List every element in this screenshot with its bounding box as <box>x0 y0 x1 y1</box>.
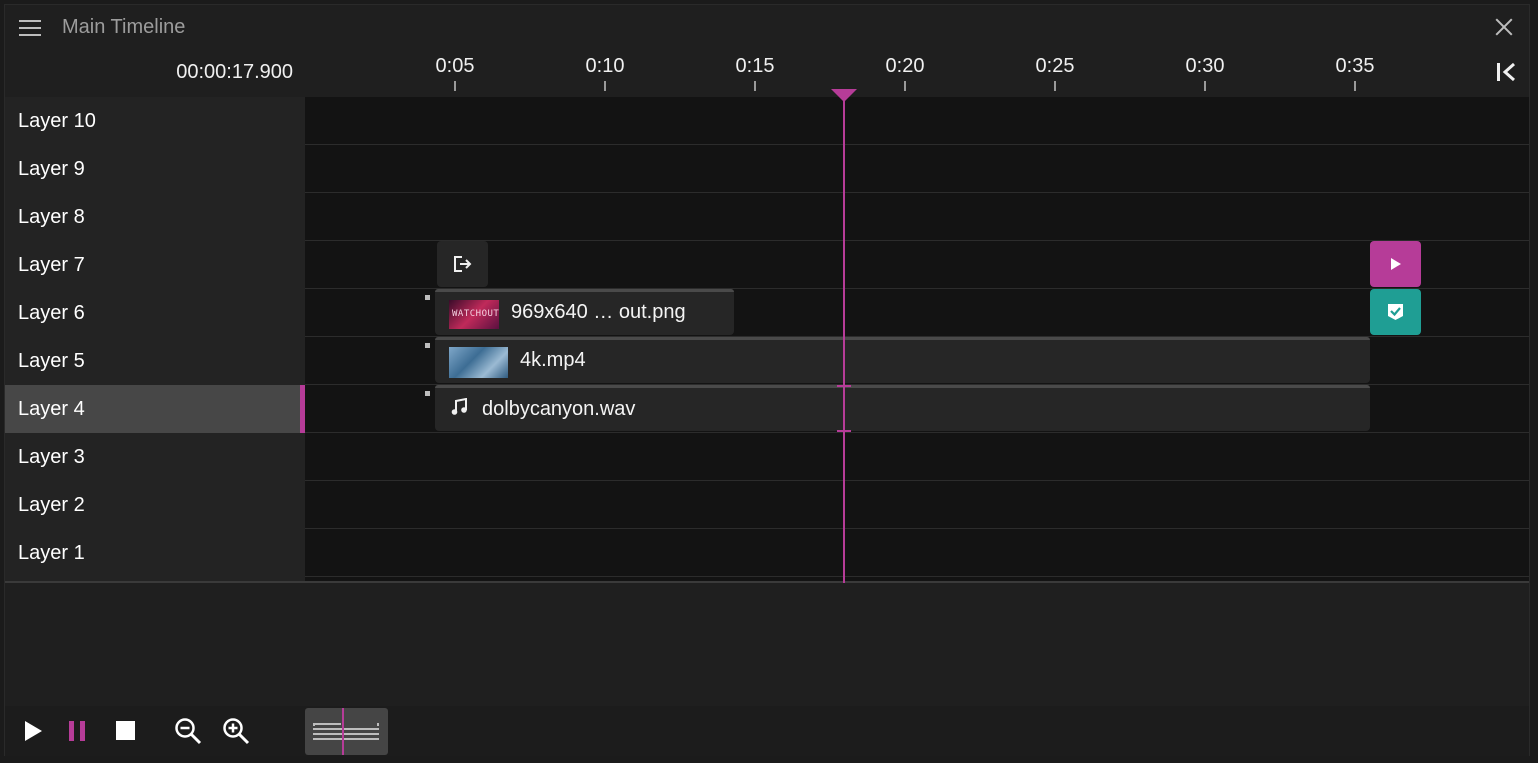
layer-label: Layer 9 <box>18 158 85 180</box>
layer-label: Layer 10 <box>18 110 96 132</box>
ruler-tick-label: 0:25 <box>1035 55 1075 77</box>
clip-name: 4k.mp4 <box>520 349 586 371</box>
image-thumbnail: WATCHOUT <box>449 300 499 329</box>
close-icon[interactable] <box>1495 18 1513 36</box>
playhead[interactable] <box>843 101 845 583</box>
layer-row-selected[interactable]: Layer 4 <box>5 385 305 433</box>
output-cue[interactable] <box>437 241 488 287</box>
layer-row[interactable]: Layer 8 <box>5 193 305 241</box>
ruler-tick-label: 0:10 <box>585 55 625 77</box>
clip-top-bar <box>435 289 734 292</box>
track-area-bottom-border <box>5 581 1529 583</box>
output-cue-icon <box>454 256 472 272</box>
ruler-tick <box>754 81 756 91</box>
layer-row[interactable]: Layer 6 <box>5 289 305 337</box>
layer-row[interactable]: Layer 10 <box>5 97 305 145</box>
collapse-to-start-icon[interactable] <box>1495 61 1519 83</box>
menu-icon[interactable] <box>19 20 41 36</box>
title-bar: Main Timeline <box>5 5 1529 49</box>
layer-row[interactable]: Layer 3 <box>5 433 305 481</box>
check-cue-icon <box>1388 304 1403 320</box>
thumbnail-text: WATCHOUT <box>452 309 499 319</box>
ruler-tick-label: 0:20 <box>885 55 925 77</box>
pause-icon[interactable] <box>63 716 93 746</box>
layer-label: Layer 1 <box>18 542 85 564</box>
track-divider <box>305 240 1529 241</box>
audio-clip[interactable]: dolbycanyon.wav <box>435 385 1370 431</box>
play-cue-icon <box>1391 258 1401 270</box>
zoom-out-icon[interactable] <box>173 716 203 746</box>
ruler-tick-label: 0:35 <box>1335 55 1375 77</box>
current-timecode: 00:00:17.900 <box>176 61 293 83</box>
layer-label: Layer 3 <box>18 446 85 468</box>
clip-top-bar <box>435 337 1370 340</box>
clip-name: 969x640 … out.png <box>511 301 686 323</box>
stop-icon[interactable] <box>111 716 141 746</box>
layer-row[interactable]: Layer 7 <box>5 241 305 289</box>
clip-name: dolbycanyon.wav <box>482 398 636 420</box>
play-icon[interactable] <box>17 716 47 746</box>
ruler-tick <box>1204 81 1206 91</box>
clip-handle[interactable] <box>425 391 430 396</box>
zoom-in-icon[interactable] <box>221 716 251 746</box>
layer-list: Layer 10 Layer 9 Layer 8 Layer 7 Layer 6… <box>5 97 305 582</box>
time-ruler[interactable]: 0:05 0:10 0:15 0:20 0:25 0:30 0:35 <box>305 49 1527 97</box>
play-cue[interactable] <box>1370 241 1421 287</box>
playhead-clip-marker <box>837 385 851 387</box>
ruler-tick <box>604 81 606 91</box>
playhead-clip-marker <box>837 430 851 432</box>
ruler-tick <box>1054 81 1056 91</box>
ruler-tick <box>454 81 456 91</box>
track-divider <box>305 528 1529 529</box>
track-divider <box>305 192 1529 193</box>
transport-toolbar <box>5 706 1529 756</box>
window-title: Main Timeline <box>62 16 186 38</box>
track-divider <box>305 480 1529 481</box>
navigator-preview-icon <box>313 708 379 755</box>
layer-label: Layer 2 <box>18 494 85 516</box>
music-note-icon <box>451 398 467 415</box>
track-divider <box>305 432 1529 433</box>
clip-top-bar <box>435 385 1370 388</box>
video-thumbnail <box>449 347 508 378</box>
ruler-tick-label: 0:30 <box>1185 55 1225 77</box>
layer-label: Layer 7 <box>18 254 85 276</box>
video-clip[interactable]: 4k.mp4 <box>435 337 1370 383</box>
layer-row[interactable]: Layer 9 <box>5 145 305 193</box>
ruler-tick <box>1354 81 1356 91</box>
ruler-tick <box>904 81 906 91</box>
layer-label: Layer 8 <box>18 206 85 228</box>
clip-handle[interactable] <box>425 343 430 348</box>
track-area[interactable]: WATCHOUT 969x640 … out.png 4k.mp4 dolbyc… <box>305 97 1529 582</box>
layer-label: Layer 4 <box>18 398 85 420</box>
timeline-window: Main Timeline 00:00:17.900 0:05 0:10 0:1… <box>4 4 1530 756</box>
layer-row[interactable]: Layer 5 <box>5 337 305 385</box>
check-cue[interactable] <box>1370 289 1421 335</box>
track-divider <box>305 144 1529 145</box>
ruler-tick-label: 0:15 <box>735 55 775 77</box>
layer-label: Layer 5 <box>18 350 85 372</box>
clip-handle[interactable] <box>425 295 430 300</box>
layer-row[interactable]: Layer 1 <box>5 529 305 577</box>
timeline-navigator[interactable] <box>305 708 388 755</box>
ruler-tick-label: 0:05 <box>435 55 475 77</box>
track-divider <box>305 576 1529 577</box>
image-clip[interactable]: WATCHOUT 969x640 … out.png <box>435 289 734 335</box>
layer-label: Layer 6 <box>18 302 85 324</box>
layer-row[interactable]: Layer 2 <box>5 481 305 529</box>
